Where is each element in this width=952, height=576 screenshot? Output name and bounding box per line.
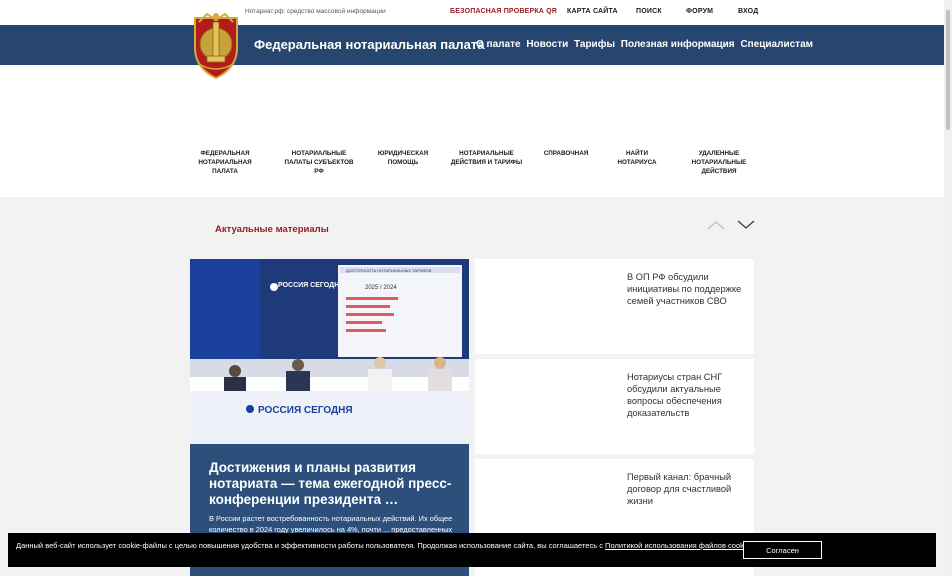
photo-banner-text: РОССИЯ СЕГОДНЯ [278, 282, 344, 289]
cookie-banner: Данный веб-сайт использует cookie-файлы … [8, 533, 936, 567]
qr-check-link[interactable]: БЕЗОПАСНАЯ ПРОВЕРКА QR [450, 8, 557, 15]
news-card-title[interactable]: Нотариусы стран СНГ обсудили актуальные … [627, 371, 745, 419]
chevron-up-icon[interactable] [707, 219, 725, 231]
screen-label-text: 2025 / 2024 [365, 285, 397, 291]
scrollbar-thumb[interactable] [946, 10, 950, 130]
header-bar: Федеральная нотариальная палата О палате… [0, 25, 944, 65]
category-zone: ФЕДЕРАЛЬНАЯ НОТАРИАЛЬНАЯ ПАЛАТА НОТАРИАЛ… [0, 65, 944, 197]
category-reference[interactable]: СПРАВОЧНАЯ [541, 149, 591, 158]
news-card-title[interactable]: В ОП РФ обсудили инициативы по поддержке… [627, 271, 745, 307]
section-title: Актуальные материалы [215, 224, 329, 235]
category-legal-help[interactable]: ЮРИДИЧЕСКАЯ ПОМОЩЬ [376, 149, 430, 167]
top-bar: Нотариат.рф: средство массовой информаци… [0, 0, 944, 25]
cookie-policy-link[interactable]: Политикой использования файлов cookie [605, 541, 750, 550]
category-remote-actions[interactable]: УДАЛЕННЫЕ НОТАРИАЛЬНЫЕ ДЕЙСТВИЯ [689, 149, 749, 176]
brand-title[interactable]: Федеральная нотариальная палата [254, 37, 484, 52]
screen-title-text: ДОСТУПНОСТЬ НОТАРИАЛЬНЫХ ТАРИФОВ [346, 268, 432, 273]
emblem-logo-icon[interactable] [189, 8, 243, 80]
page-scrollbar[interactable] [944, 0, 952, 576]
nav-about[interactable]: О палате [476, 39, 521, 50]
nav-news[interactable]: Новости [526, 39, 568, 50]
nav-specialists[interactable]: Специалистам [740, 39, 813, 50]
photo-table-banner-text: РОССИЯ СЕГОДНЯ [258, 405, 353, 416]
category-regional-chambers[interactable]: НОТАРИАЛЬНЫЕ ПАЛАТЫ СУБЪЕКТОВ РФ [284, 149, 354, 176]
news-card[interactable]: В ОП РФ обсудили инициативы по поддержке… [475, 259, 754, 354]
news-card-title[interactable]: Первый канал: брачный договор для счастл… [627, 471, 745, 507]
nav-useful-info[interactable]: Полезная информация [621, 39, 735, 50]
login-link[interactable]: ВХОД [738, 8, 758, 15]
press-conference-photo: РОССИЯ СЕГОДНЯ ДОСТУПНОСТЬ НОТАРИАЛЬНЫХ … [190, 259, 469, 444]
forum-link[interactable]: ФОРУМ [686, 8, 713, 15]
main-nav: О палате Новости Тарифы Полезная информа… [476, 39, 816, 50]
featured-article[interactable]: РОССИЯ СЕГОДНЯ ДОСТУПНОСТЬ НОТАРИАЛЬНЫХ … [190, 259, 469, 576]
search-link[interactable]: ПОИСК [636, 8, 662, 15]
featured-title[interactable]: Достижения и планы развития нотариата — … [209, 460, 459, 508]
nav-tariffs[interactable]: Тарифы [574, 39, 615, 50]
category-notarial-actions[interactable]: НОТАРИАЛЬНЫЕ ДЕЙСТВИЯ И ТАРИФЫ [449, 149, 524, 167]
cookie-agree-button[interactable]: Согласен [743, 541, 822, 559]
cookie-message: Данный веб-сайт использует cookie-файлы … [16, 541, 752, 550]
chevron-down-icon[interactable] [737, 219, 755, 231]
category-fnp[interactable]: ФЕДЕРАЛЬНАЯ НОТАРИАЛЬНАЯ ПАЛАТА [197, 149, 253, 176]
news-card[interactable]: Нотариусы стран СНГ обсудили актуальные … [475, 359, 754, 454]
sitemap-link[interactable]: КАРТА САЙТА [567, 8, 618, 15]
category-find-notary[interactable]: НАЙТИ НОТАРИУСА [612, 149, 662, 167]
site-tagline: Нотариат.рф: средство массовой информаци… [245, 8, 386, 15]
